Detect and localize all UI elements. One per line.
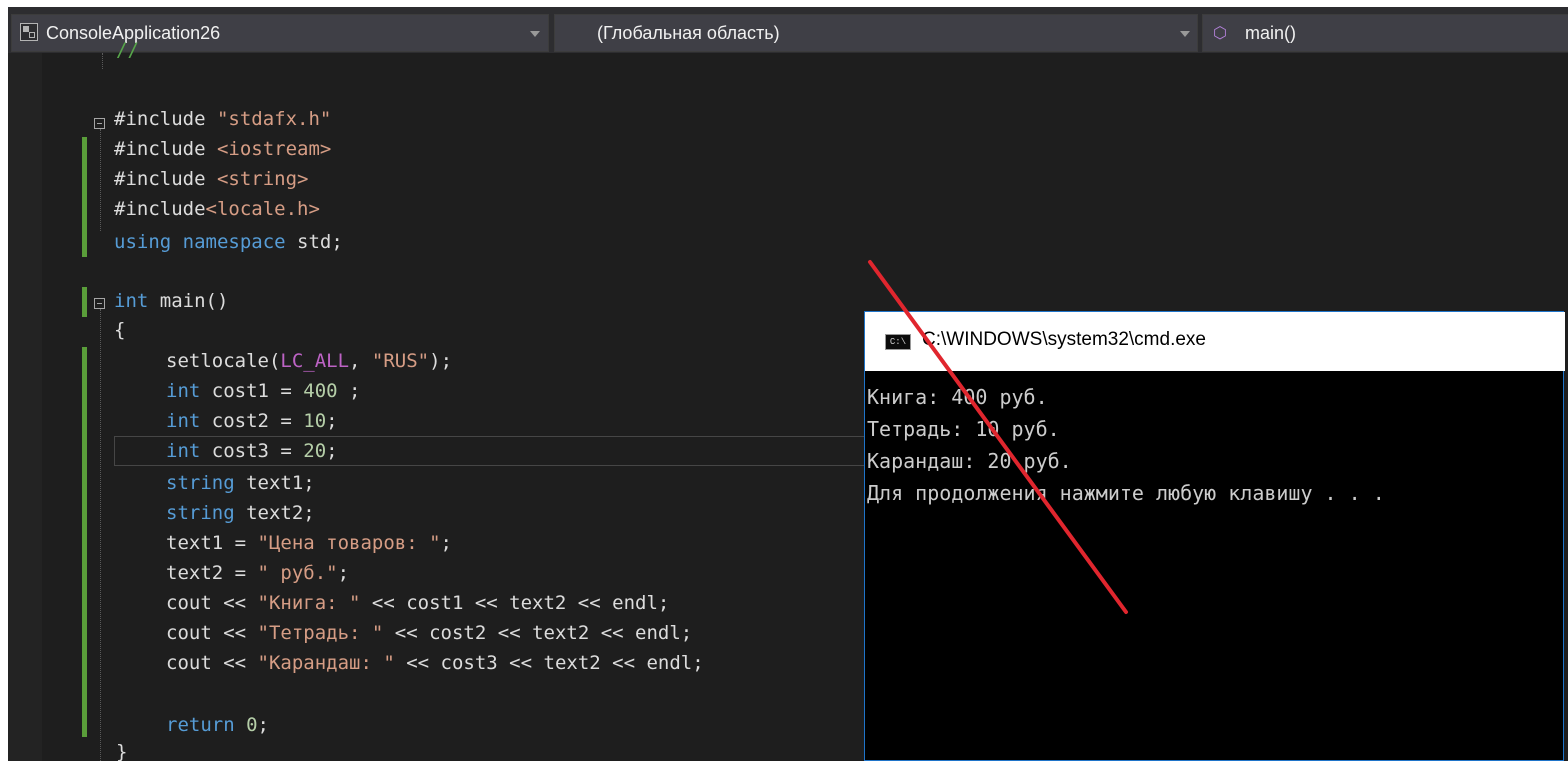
code-line: #include "stdafx.h"	[114, 108, 332, 130]
outline-guide	[100, 129, 101, 231]
code-line: #include <string>	[114, 168, 309, 190]
code-line: #include <iostream>	[114, 138, 332, 160]
code-line: cout << "Книга: " << cost1 << text2 << e…	[166, 592, 670, 614]
console-output-line: Тетрадь: 10 руб.	[867, 417, 1060, 441]
project-dropdown[interactable]: ConsoleApplication26	[11, 14, 549, 52]
method-cube-icon: ⬡	[1213, 23, 1227, 42]
code-line: int cost1 = 400 ;	[166, 380, 361, 402]
code-line: string text1;	[166, 472, 315, 494]
code-line: }	[116, 741, 128, 761]
code-line: using namespace std;	[114, 231, 343, 253]
code-line: text1 = "Цена товаров: ";	[166, 532, 452, 554]
change-bar	[82, 287, 87, 317]
navigation-bar: ConsoleApplication26 (Глобальная область…	[8, 7, 1568, 53]
code-line: #include<locale.h>	[114, 198, 320, 220]
change-bar	[82, 137, 87, 257]
code-line: cout << "Тетрадь: " << cost2 << text2 <<…	[166, 622, 693, 644]
cmd-icon: C:\	[885, 334, 911, 350]
chevron-down-icon[interactable]	[1180, 31, 1190, 37]
code-line: //	[116, 39, 139, 61]
code-line: string text2;	[166, 502, 315, 524]
collapse-toggle-icon[interactable]	[94, 118, 105, 129]
scope-dropdown[interactable]: (Глобальная область)	[554, 14, 1198, 52]
code-line: int cost3 = 20;	[166, 440, 338, 462]
console-window[interactable]: C:\ C:\WINDOWS\system32\cmd.exe Книга: 4…	[864, 311, 1565, 761]
console-output-line: Книга: 400 руб.	[867, 385, 1048, 409]
change-bar	[82, 347, 87, 737]
code-line: {	[114, 319, 126, 341]
outline-guide	[102, 53, 103, 69]
code-line: text2 = " руб.";	[166, 562, 350, 584]
code-line: cout << "Карандаш: " << cost3 << text2 <…	[166, 652, 704, 674]
member-name: main()	[1245, 23, 1297, 43]
console-title-bar[interactable]: C:\ C:\WINDOWS\system32\cmd.exe	[865, 312, 1565, 371]
code-line: int cost2 = 10;	[166, 410, 338, 432]
console-title: C:\WINDOWS\system32\cmd.exe	[922, 329, 1206, 350]
member-dropdown[interactable]: ⬡ main()	[1202, 14, 1568, 52]
code-line: int main()	[114, 290, 229, 312]
code-line: setlocale(LC_ALL, "RUS");	[166, 350, 453, 372]
editor-margin	[8, 53, 42, 761]
code-line: return 0;	[166, 714, 269, 736]
scope-name: (Глобальная область)	[597, 23, 780, 43]
console-output-line: Для продолжения нажмите любую клавишу . …	[867, 481, 1385, 505]
console-output-line: Карандаш: 20 руб.	[867, 449, 1072, 473]
chevron-down-icon[interactable]	[530, 31, 540, 37]
project-icon	[20, 23, 38, 41]
outline-guide	[100, 309, 101, 761]
collapse-toggle-icon[interactable]	[94, 298, 105, 309]
